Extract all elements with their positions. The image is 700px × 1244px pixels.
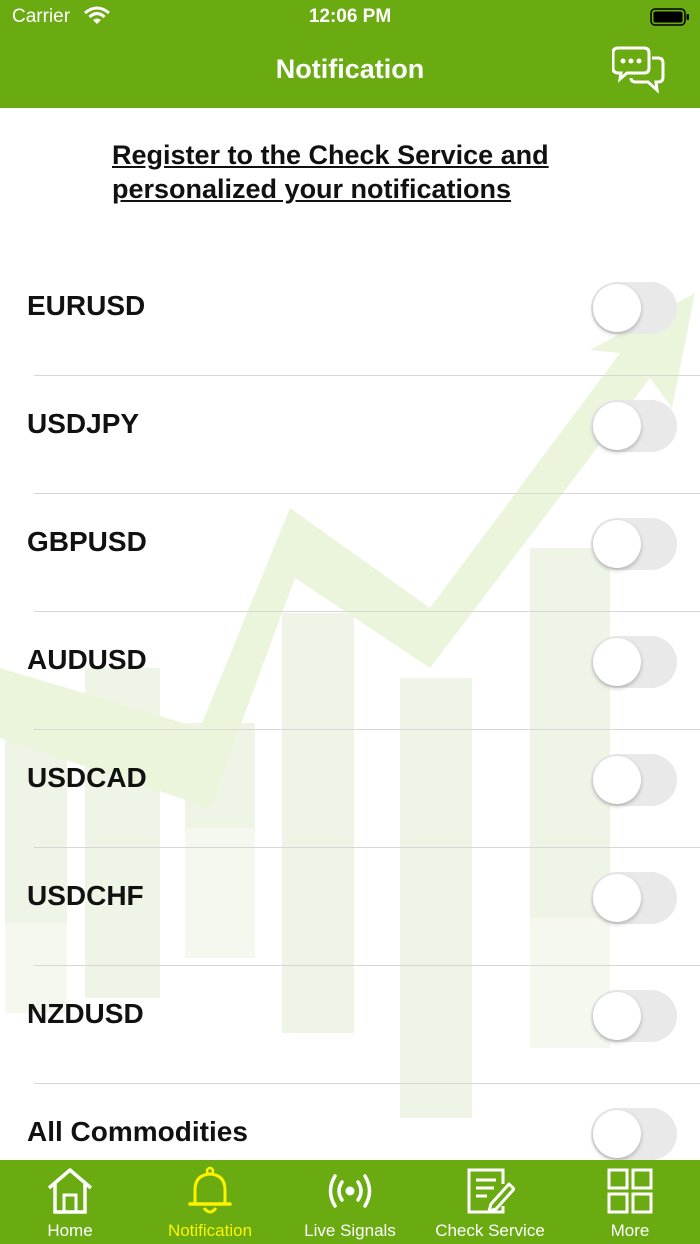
tab-more-label: More [610, 1221, 650, 1240]
tab-home[interactable]: Home [0, 1160, 140, 1244]
register-check-service-link[interactable]: Register to the Check Service and person… [112, 138, 592, 206]
notification-toggle[interactable] [591, 754, 677, 806]
tab-bar: Home Notification Live Signals Check Ser… [0, 1160, 700, 1244]
chat-bubbles-icon[interactable] [612, 44, 666, 94]
toggle-knob [593, 638, 641, 686]
notification-row: GBPUSD [0, 494, 700, 612]
notification-row-label: USDCAD [27, 762, 147, 793]
notification-row-label: EURUSD [27, 290, 146, 321]
notification-toggle[interactable] [591, 990, 677, 1042]
notification-toggle[interactable] [591, 400, 677, 452]
toggle-knob [593, 756, 641, 804]
toggle-knob [593, 520, 641, 568]
toggle-knob [593, 402, 641, 450]
notification-row: USDCAD [0, 730, 700, 848]
notification-toggle[interactable] [591, 1108, 677, 1160]
toggle-knob [593, 992, 641, 1040]
toggle-knob [593, 874, 641, 922]
tab-live-signals[interactable]: Live Signals [280, 1160, 420, 1244]
notification-row: AUDUSD [0, 612, 700, 730]
tab-check-service[interactable]: Check Service [420, 1160, 560, 1244]
notification-row: USDCHF [0, 848, 700, 966]
tab-home-label: Home [47, 1221, 93, 1240]
notification-toggle[interactable] [591, 518, 677, 570]
tab-notification[interactable]: Notification [140, 1160, 280, 1244]
notification-toggle[interactable] [591, 636, 677, 688]
notification-row-label: USDJPY [27, 408, 140, 439]
page-title: Notification [275, 54, 425, 84]
battery-icon [650, 8, 689, 26]
navigation-bar: Notification [0, 36, 700, 108]
notification-toggle[interactable] [591, 282, 677, 334]
notification-row-label: AUDUSD [27, 644, 147, 675]
tab-live-signals-label: Live Signals [304, 1221, 396, 1240]
toggle-knob [593, 284, 641, 332]
notification-row-label: All Commodities [27, 1116, 248, 1147]
bell-icon [188, 1166, 232, 1214]
tab-check-service-label: Check Service [435, 1221, 545, 1240]
notification-row: NZDUSD [0, 966, 700, 1084]
notification-row-label: GBPUSD [27, 526, 147, 557]
toggle-knob [593, 1110, 641, 1158]
notification-row-label: USDCHF [27, 880, 144, 911]
notification-toggle[interactable] [591, 872, 677, 924]
notification-row-label: NZDUSD [27, 998, 144, 1029]
broadcast-icon [328, 1174, 372, 1208]
grid-icon [607, 1168, 653, 1214]
tab-more[interactable]: More [560, 1160, 700, 1244]
edit-note-icon [467, 1168, 515, 1214]
status-bar: Carrier 12:06 PM [0, 0, 700, 36]
tab-notification-label: Notification [167, 1221, 253, 1240]
status-time: 12:06 PM [308, 6, 392, 27]
notification-list: Register to the Check Service and person… [0, 108, 700, 1160]
notification-row: All Commodities [0, 1084, 700, 1160]
notification-row: USDJPY [0, 376, 700, 494]
notification-row: EURUSD [0, 258, 700, 376]
home-icon [47, 1168, 93, 1214]
